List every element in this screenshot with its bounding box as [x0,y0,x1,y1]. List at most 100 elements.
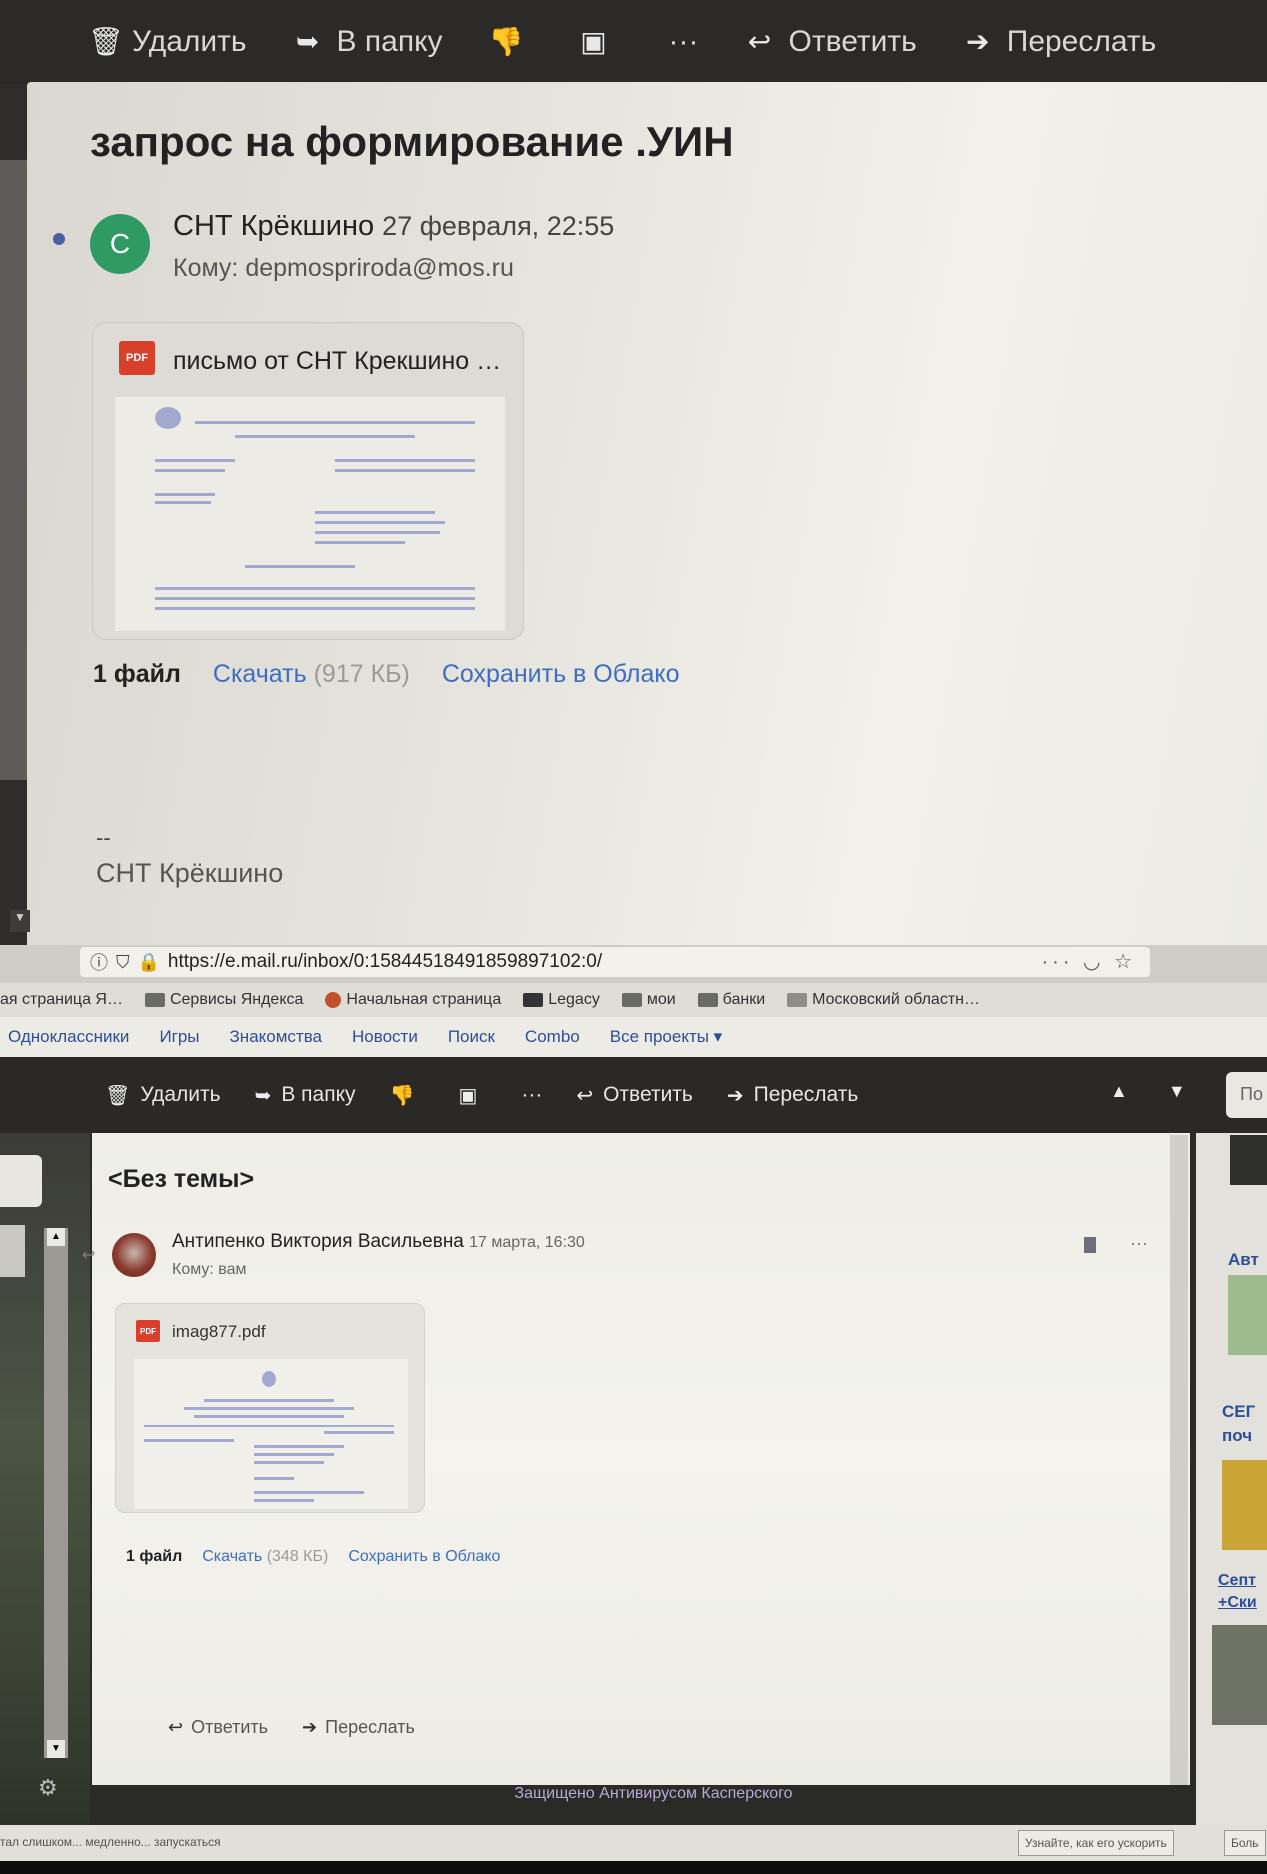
more-button[interactable]: ··· [669,25,699,59]
forward-button[interactable]: ➔ Переслать [727,1083,858,1108]
reply-button[interactable]: ↩ Ответить [168,1717,268,1738]
sender-line: Антипенко Виктория Васильевна 17 марта, … [172,1231,585,1253]
portal-link[interactable]: Поиск [448,1027,495,1047]
reply-label: Ответить [191,1717,269,1737]
reply-label: Ответить [603,1083,693,1106]
attachment-card[interactable]: PDF письмо от СНТ Крекшино … [92,322,524,640]
url-text: https://e.mail.ru/inbox/0:15844518491859… [167,951,603,972]
reply-icon: ↩ [168,1717,184,1737]
portal-link[interactable]: Combo [525,1027,580,1047]
bookmark-star-icon[interactable]: ☆ [1114,951,1136,973]
save-to-cloud-link[interactable]: Сохранить в Облако [442,660,680,689]
bookmark-item[interactable]: ая страница Я… [0,991,123,1009]
browser-notification-bar: тал слишком... медленно... запускаться У… [0,1825,1267,1861]
thumbs-down-icon: 👎 [389,1084,415,1107]
learn-speedup-button[interactable]: Узнайте, как его ускорить [1018,1830,1174,1856]
bookmark-item[interactable]: Московский областн… [787,991,980,1009]
ad-title[interactable]: Авт [1228,1250,1259,1270]
ad-image[interactable] [1222,1460,1267,1550]
scroll-down-arrow-icon[interactable]: ▼ [10,910,30,932]
bookmark-item[interactable]: Legacy [523,991,600,1009]
bottom-screenshot: ⓘ ⛉ 🔒 https://e.mail.ru/inbox/0:15844518… [0,945,1267,1874]
left-panel-button[interactable] [0,1155,42,1207]
archive-button[interactable]: ▣ [579,27,623,57]
reply-button[interactable]: ↩ Ответить [576,1083,693,1108]
ad-title[interactable]: СЕГ поч [1222,1400,1255,1448]
forward-button[interactable]: ➔ Переслать [963,25,1156,59]
reply-label: Ответить [788,25,917,58]
archive-button[interactable]: ▣ [458,1083,487,1108]
move-folder-icon: ➥ [254,1084,272,1107]
page-actions-icon[interactable]: ··· [1042,951,1074,973]
mail-toolbar: 🗑 Удалить ➥ В папку 👎 ▣ ··· ↩ Ответить ➔ Пер… [0,1057,1267,1133]
scroll-up-arrow-icon[interactable]: ▲ [47,1228,65,1246]
attachment-card[interactable]: PDF imag877.pdf [115,1303,425,1513]
files-count: 1 файл [93,660,181,688]
move-to-folder-button[interactable]: ➥ В папку [293,25,443,59]
message-more-button[interactable]: ··· [1130,1233,1148,1254]
move-label: В папку [281,1083,356,1106]
url-field[interactable]: ⓘ ⛉ 🔒 https://e.mail.ru/inbox/0:15844518… [80,947,1150,977]
portal-link[interactable]: Знакомства [230,1027,322,1047]
trash-icon: 🗑 [88,26,124,57]
top-screenshot: 🗑 Удалить ➥ В папку 👎 ▣ ··· ↩ Ответить ➔… [0,0,1267,945]
ad-link-line: Септ [1218,1572,1256,1589]
download-label: Скачать [212,660,307,688]
ad-link[interactable]: Септ +Ски [1218,1570,1257,1614]
unread-dot-icon[interactable] [53,233,65,245]
message-scrollbar[interactable] [1170,1135,1188,1785]
next-message-icon[interactable]: ▼ [1168,1081,1226,1101]
delete-label: Удалить [140,1083,221,1106]
more-label: ··· [521,1083,543,1106]
download-link[interactable]: Скачать (348 КБ) [202,1548,328,1566]
bookmark-item[interactable]: банки [697,991,765,1009]
bookmark-item[interactable]: мои [621,991,676,1009]
screen-bezel [0,1861,1267,1874]
scroll-down-arrow-icon[interactable]: ▼ [47,1740,65,1758]
spam-button[interactable]: 👎 [489,27,533,57]
message-subject: запрос на формирование .УИН [90,118,734,165]
save-to-cloud-link[interactable]: Сохранить в Облако [348,1548,500,1566]
bookmark-item[interactable]: Начальная страница [325,991,501,1009]
ad-image[interactable] [1212,1625,1267,1725]
delete-label: Удалить [132,25,247,58]
portal-link[interactable]: Новости [352,1027,418,1047]
avatar-letter: С [109,228,131,259]
move-to-folder-button[interactable]: ➥ В папку [255,1083,356,1108]
move-folder-icon: ➥ [295,26,320,57]
spam-button[interactable]: 👎 [390,1083,425,1108]
reply-button[interactable]: ↩ Ответить [745,25,917,59]
message-date: 27 февраля, 22:55 [382,211,615,241]
portal-link[interactable]: Одноклассники [8,1027,129,1047]
files-count: 1 файл [126,1548,183,1565]
message-subject: <Без темы> [108,1165,255,1193]
portal-link[interactable]: Игры [159,1027,199,1047]
ad-image[interactable] [1228,1275,1267,1355]
bookmark-flag-icon[interactable] [1084,1237,1096,1253]
left-panel-item[interactable] [0,1225,25,1277]
delete-button[interactable]: 🗑 Удалить [105,1083,221,1108]
thumbs-down-icon: 👎 [488,26,524,57]
sender-name[interactable]: СНТ Крёкшино [173,210,374,242]
pocket-icon[interactable]: ◡ [1083,951,1104,973]
attachment-filename: письмо от СНТ Крекшино … [173,347,502,375]
emblem-icon [787,993,808,1007]
delete-button[interactable]: 🗑 Удалить [88,25,247,59]
bookmark-item[interactable]: Сервисы Яндекса [144,991,303,1009]
ad-thumbnail[interactable] [1230,1135,1267,1185]
shield-icon[interactable]: ⛉ [116,952,130,973]
more-notification-button[interactable]: Боль [1224,1830,1266,1856]
download-size: (348 КБ) [266,1548,329,1565]
prev-message-icon[interactable]: ▲ [1110,1081,1168,1101]
all-projects-dropdown[interactable]: Все проекты ▾ [610,1027,722,1047]
replied-icon: ↩ [82,1247,96,1264]
download-link[interactable]: Скачать (917 КБ) [213,660,410,689]
lock-icon: 🔒 [137,951,160,972]
more-button[interactable]: ··· [521,1083,542,1107]
reply-icon: ↩ [576,1084,594,1107]
forward-button[interactable]: ➔ Переслать [302,1717,415,1738]
sender-name[interactable]: Антипенко Виктория Васильевна [172,1231,464,1252]
info-icon[interactable]: ⓘ [90,949,108,975]
folder-scrollbar[interactable]: ▲ ▼ [44,1228,68,1758]
search-input[interactable]: По [1226,1072,1267,1118]
